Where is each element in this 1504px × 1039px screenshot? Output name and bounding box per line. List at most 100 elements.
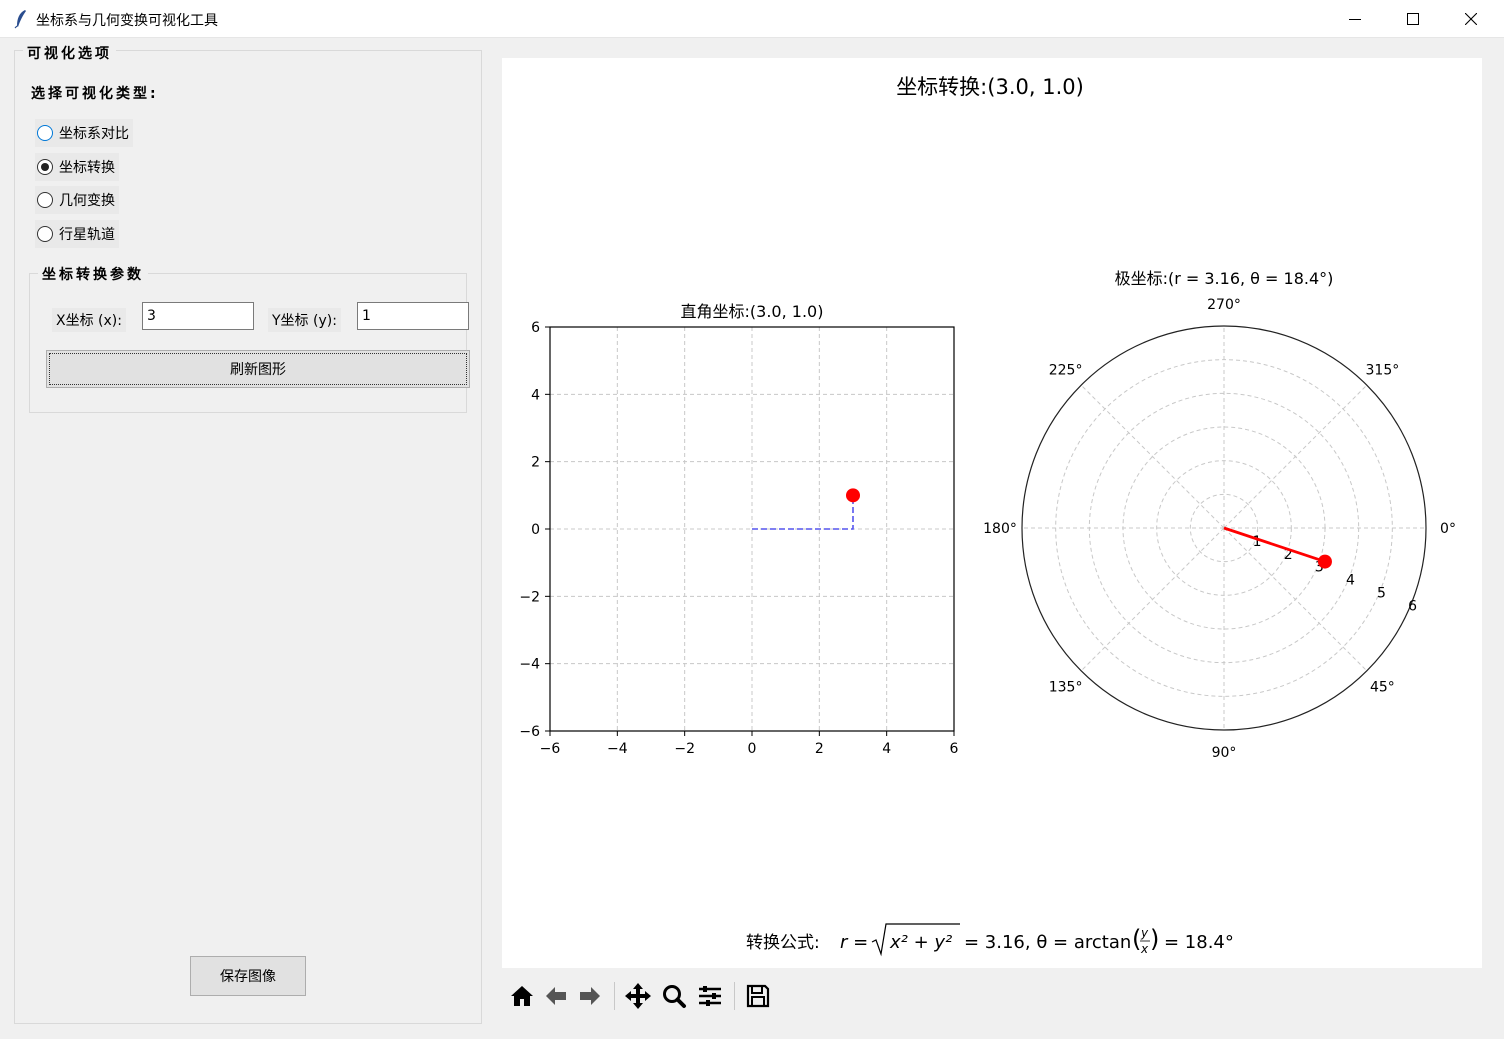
- toolbar-separator: [734, 982, 735, 1010]
- r-tick-label: 6: [1408, 598, 1417, 614]
- title-bar: 坐标系与几何变换可视化工具: [0, 0, 1504, 38]
- figure-canvas: 坐标转换:(3.0, 1.0) 直角坐标:(3.0, 1.0) −6 −4 −2 0 2…: [502, 58, 1482, 968]
- radio-label: 几何变换: [59, 193, 115, 209]
- radio-coordinate-transform[interactable]: 坐标转换: [35, 153, 119, 181]
- formula-rest: = 3.16, θ = arctan: [964, 932, 1131, 953]
- x-tick-label: −6: [540, 741, 561, 757]
- window-title: 坐标系与几何变换可视化工具: [36, 13, 218, 29]
- back-button[interactable]: [540, 980, 572, 1012]
- theta-tick-label: 0°: [1440, 521, 1456, 537]
- home-icon: [511, 986, 533, 1006]
- x-input[interactable]: [142, 302, 254, 330]
- polar-plot: 极坐标:(r = 3.16, θ = 18.4°) 0° 45° 90° 135° 18…: [983, 269, 1456, 761]
- x-tick-label: −2: [674, 741, 695, 757]
- move-icon: [625, 983, 651, 1009]
- params-frame: 坐标转换参数 X坐标 (x): Y坐标 (y): 刷新图形: [29, 264, 470, 413]
- x-tick-label: 6: [950, 741, 959, 757]
- y-tick-label: 2: [531, 455, 540, 471]
- polar-grid-spoke: [1223, 527, 1368, 672]
- save-image-button[interactable]: 保存图像: [190, 956, 306, 996]
- plot-toolbar: [502, 970, 1482, 1020]
- maximize-button[interactable]: [1384, 0, 1442, 38]
- home-button[interactable]: [506, 980, 538, 1012]
- close-icon: [1465, 13, 1477, 25]
- polar-title: 极坐标:(r = 3.16, θ = 18.4°): [1115, 269, 1334, 288]
- cartesian-title: 直角坐标:(3.0, 1.0): [681, 302, 824, 321]
- formula-sqrt-body: x² + y²: [889, 932, 952, 953]
- formula-r: r =: [840, 932, 868, 953]
- r-tick-label: 5: [1377, 585, 1386, 601]
- radio-coordinate-compare[interactable]: 坐标系对比: [35, 119, 133, 147]
- y-tick-label: −2: [519, 589, 540, 605]
- configure-subplots-button[interactable]: [694, 980, 726, 1012]
- data-point: [1317, 554, 1332, 569]
- minimize-button[interactable]: [1326, 0, 1384, 38]
- x-tick-label: 2: [815, 741, 824, 757]
- options-panel: 可视化选项 选择可视化类型: 坐标系对比 坐标转换 几何变换 行星轨道 坐标转换…: [14, 43, 482, 1024]
- formula-prefix: 转换公式:: [746, 933, 820, 953]
- y-tick-label: 4: [531, 387, 540, 403]
- minimize-icon: [1349, 19, 1361, 20]
- theta-tick-label: 135°: [1049, 679, 1083, 695]
- floppy-disk-icon: [746, 984, 770, 1008]
- y-tick-label: −6: [519, 724, 540, 740]
- forward-button[interactable]: [574, 980, 606, 1012]
- toolbar-separator: [614, 982, 615, 1010]
- sliders-icon: [699, 986, 721, 1006]
- y-tick-label: 0: [531, 522, 540, 538]
- radio-label: 坐标转换: [59, 160, 115, 176]
- r-tick-label: 4: [1346, 573, 1355, 589]
- radio-planet-orbit[interactable]: 行星轨道: [35, 220, 119, 248]
- pan-button[interactable]: [622, 980, 654, 1012]
- magnifier-icon: [663, 985, 686, 1008]
- theta-tick-label: 315°: [1366, 363, 1400, 379]
- radius-line: [1223, 526, 1326, 563]
- radio-circle: [37, 125, 53, 141]
- radio-label: 坐标系对比: [59, 126, 129, 142]
- formula-frac-den: x: [1140, 942, 1149, 956]
- x-tick-label: 0: [748, 741, 757, 757]
- polar-grid-spoke: [1080, 384, 1225, 529]
- radio-circle: [37, 226, 53, 242]
- arrow-right-icon: [580, 987, 600, 1005]
- figure-svg: 坐标转换:(3.0, 1.0) 直角坐标:(3.0, 1.0) −6 −4 −2 0 2…: [519, 75, 1456, 957]
- figure-suptitle: 坐标转换:(3.0, 1.0): [896, 75, 1084, 99]
- theta-tick-label: 45°: [1370, 679, 1395, 695]
- formula-paren-open: (: [1132, 925, 1141, 953]
- maximize-icon: [1407, 13, 1419, 25]
- radio-label: 行星轨道: [59, 227, 115, 243]
- theta-tick-label: 225°: [1049, 363, 1083, 379]
- x-tick-label: −4: [607, 741, 628, 757]
- conversion-formula: 转换公式: r = x² + y² = 3.16, θ = arctan ( y…: [746, 923, 1234, 957]
- save-figure-button[interactable]: [742, 980, 774, 1012]
- radio-circle: [37, 192, 53, 208]
- polar-grid-spoke: [1080, 527, 1225, 672]
- type-label: 选择可视化类型:: [31, 86, 159, 102]
- polar-grid-spoke: [1223, 384, 1368, 529]
- projection-line: [752, 495, 854, 530]
- theta-tick-label: 270°: [1207, 297, 1241, 313]
- theta-tick-label: 90°: [1212, 745, 1237, 761]
- y-input[interactable]: [357, 302, 469, 330]
- formula-frac-num: y: [1140, 926, 1149, 940]
- y-tick-label: 6: [531, 320, 540, 336]
- options-frame-title: 可视化选项: [23, 43, 116, 63]
- params-frame-title: 坐标转换参数: [38, 264, 148, 284]
- radio-circle-selected: [37, 159, 53, 175]
- formula-paren-close: ): [1150, 925, 1159, 953]
- data-point: [846, 488, 860, 503]
- r-tick-label: 1: [1253, 534, 1262, 550]
- cartesian-plot: 直角坐标:(3.0, 1.0) −6 −4 −2 0 2 4 6 6 4 2 0 −2 −4 −6: [519, 302, 958, 757]
- x-label: X坐标 (x):: [52, 308, 126, 332]
- arrow-left-icon: [546, 987, 566, 1005]
- refresh-button[interactable]: 刷新图形: [46, 350, 470, 388]
- x-tick-label: 4: [882, 741, 891, 757]
- theta-tick-label: 180°: [983, 521, 1017, 537]
- formula-end: = 18.4°: [1164, 932, 1234, 953]
- radio-geometric-transform[interactable]: 几何变换: [35, 186, 119, 214]
- close-button[interactable]: [1442, 0, 1500, 38]
- y-tick-label: −4: [519, 657, 540, 673]
- feather-icon: [14, 10, 26, 29]
- y-label: Y坐标 (y):: [268, 308, 341, 332]
- zoom-button[interactable]: [658, 980, 690, 1012]
